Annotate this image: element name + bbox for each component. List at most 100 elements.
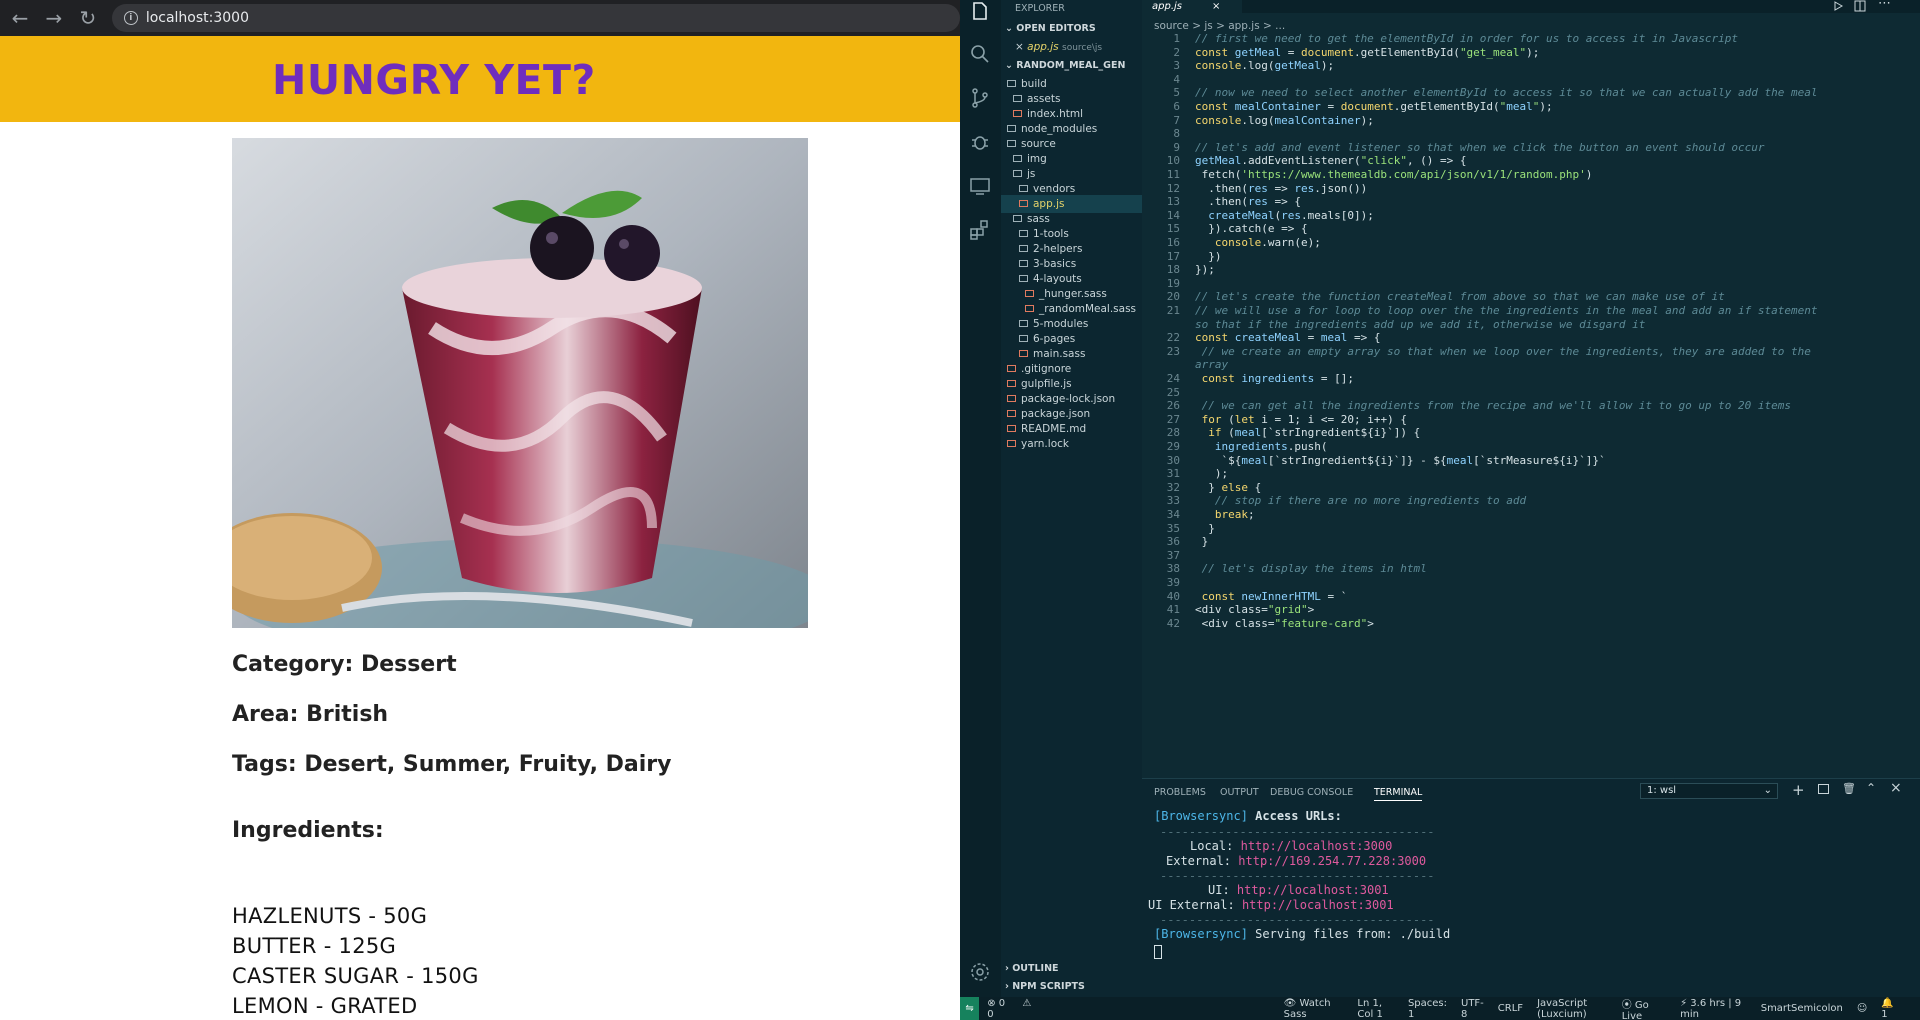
line-number: 16	[1166, 236, 1180, 249]
code-line: })	[1195, 249, 1222, 263]
cursor-position[interactable]: Ln 1, Col 1	[1357, 998, 1394, 1020]
run-icon[interactable]	[1832, 0, 1844, 12]
line-number: 33	[1166, 494, 1180, 508]
line-number: 29	[1166, 440, 1180, 453]
line-number: 4	[1173, 72, 1180, 86]
tab-debug-console[interactable]: DEBUG CONSOLE	[1270, 787, 1353, 798]
terminal-line: UI: http://localhost:3001	[1208, 883, 1389, 897]
go-live-button[interactable]: ⦿ Go Live	[1622, 996, 1666, 1020]
folder-icon	[1007, 140, 1016, 147]
line-number: 21	[1166, 304, 1180, 317]
code-line: // now we need to select another element…	[1195, 86, 1818, 100]
folder-icon	[1019, 260, 1028, 267]
notifications[interactable]: 🔔 1	[1881, 998, 1906, 1020]
folder-icon	[1019, 185, 1028, 192]
line-number: 34	[1166, 508, 1180, 521]
outline-section[interactable]: › OUTLINE	[1001, 960, 1142, 978]
ingredient-item: LEMON - GRATED	[232, 994, 418, 1018]
file-item[interactable]: yarn.lock	[1001, 435, 1142, 453]
close-icon[interactable]: ×	[1212, 1, 1220, 12]
indent-spaces[interactable]: Spaces: 1	[1408, 998, 1447, 1020]
line-number: 14	[1166, 208, 1180, 222]
line-number: 18	[1166, 263, 1180, 277]
close-panel-icon[interactable]: ×	[1890, 780, 1902, 796]
line-number: 28	[1166, 426, 1180, 440]
line-number: 38	[1166, 562, 1180, 576]
code-line: // we create an empty array so that when…	[1195, 344, 1811, 358]
tab-app-js[interactable]: app.js ×	[1142, 0, 1242, 13]
feedback-icon[interactable]: ☺	[1857, 1003, 1867, 1014]
language-mode[interactable]: JavaScript (Luxcium)	[1537, 998, 1608, 1020]
maximize-panel-icon[interactable]: ⌃	[1866, 781, 1876, 795]
line-number: 17	[1166, 249, 1180, 263]
info-icon[interactable]: i	[123, 11, 138, 25]
tab-output[interactable]: OUTPUT	[1220, 787, 1259, 798]
line-number: 7	[1173, 113, 1180, 127]
code-line-wrap: so that if the ingredients add up we add…	[1195, 317, 1646, 331]
smart-semicolon[interactable]: SmartSemicolon	[1761, 1003, 1843, 1014]
address-bar[interactable]: i localhost:3000	[111, 4, 960, 32]
trash-icon[interactable]: 🗑	[1842, 782, 1856, 795]
debug-icon[interactable]	[968, 130, 992, 154]
explorer-icon[interactable]	[968, 0, 992, 24]
file-icon	[1025, 290, 1034, 297]
tab-problems[interactable]: PROBLEMS	[1154, 787, 1206, 798]
ingredient-item: CASTER SUGAR - 150G	[232, 964, 479, 988]
code-line: // first we need to get the elementById …	[1195, 32, 1739, 45]
extensions-icon[interactable]	[968, 218, 992, 242]
terminal-select[interactable]: 1: wsl ⌄	[1640, 783, 1778, 799]
terminal-cursor[interactable]	[1154, 945, 1162, 959]
terminal-divider: --------------------------------------	[1160, 913, 1435, 927]
line-number: 36	[1166, 535, 1180, 549]
split-editor-icon[interactable]	[1854, 0, 1866, 12]
search-icon[interactable]	[968, 42, 992, 66]
source-control-icon[interactable]	[968, 86, 992, 110]
npm-scripts-section[interactable]: › NPM SCRIPTS	[1001, 978, 1142, 996]
reload-icon[interactable]: ↻	[74, 4, 102, 32]
line-number: 27	[1166, 412, 1180, 426]
wakatime[interactable]: ⚡ 3.6 hrs | 9 min	[1680, 998, 1747, 1020]
line-number: 19	[1166, 276, 1180, 290]
line-number: 31	[1166, 467, 1180, 481]
split-terminal-icon[interactable]	[1818, 784, 1829, 794]
file-icon	[1007, 410, 1016, 417]
open-editor-item[interactable]: × app.js source\js	[1001, 38, 1142, 56]
status-bar: ⇋ ⊗ 0 ⚠ 0 👁 Watch Sass Ln 1, Col 1 Space…	[960, 997, 1920, 1020]
bottom-panel: PROBLEMS OUTPUT DEBUG CONSOLE TERMINAL 1…	[1142, 778, 1920, 997]
file-icon	[1025, 305, 1034, 312]
new-terminal-icon[interactable]: +	[1792, 781, 1805, 799]
open-editors-section[interactable]: ⌄ OPEN EDITORS	[1001, 20, 1142, 38]
code-line: }).catch(e => {	[1195, 222, 1308, 236]
code-editor[interactable]: app.js × ⋯ source > js > app.js > ... 1 //…	[1142, 0, 1920, 778]
folder-icon	[1013, 95, 1022, 102]
code-line: const getMeal = document.getElementById(…	[1195, 45, 1540, 59]
breadcrumb[interactable]: source > js > app.js > ...	[1154, 20, 1285, 32]
more-actions-icon[interactable]: ⋯	[1878, 0, 1891, 11]
folder-icon	[1019, 230, 1028, 237]
close-icon[interactable]: ×	[1015, 41, 1024, 53]
remote-icon[interactable]: ⇋	[960, 997, 980, 1020]
project-section[interactable]: ⌄ RANDOM_MEAL_GEN	[1001, 57, 1142, 75]
file-icon	[1013, 110, 1022, 117]
file-icon	[1007, 425, 1016, 432]
settings-gear-icon[interactable]	[968, 960, 992, 984]
line-number: 40	[1166, 589, 1180, 603]
terminal-line: [Browsersync] Access URLs:	[1154, 809, 1342, 823]
chevron-down-icon: ⌄	[1763, 785, 1772, 796]
line-endings[interactable]: CRLF	[1498, 1003, 1523, 1014]
code-line: .then(res => {	[1195, 195, 1301, 209]
watch-sass-button[interactable]: 👁 Watch Sass	[1284, 998, 1344, 1020]
line-number: 1	[1173, 32, 1180, 45]
code-line: `${meal[`strIngredient${i}`]} - ${meal[`…	[1195, 453, 1606, 467]
problems-status[interactable]: ⊗ 0 ⚠ 0	[987, 998, 1033, 1020]
encoding[interactable]: UTF-8	[1461, 998, 1484, 1020]
forward-arrow-icon[interactable]: →	[40, 4, 68, 32]
tab-terminal[interactable]: TERMINAL	[1374, 787, 1423, 801]
code-line: break;	[1214, 508, 1255, 521]
code-line: ingredients.push(	[1214, 440, 1328, 453]
line-number: 41	[1166, 603, 1180, 617]
code-line: const mealContainer = document.getElemen…	[1195, 100, 1553, 113]
remote-explorer-icon[interactable]	[968, 174, 992, 198]
folder-icon	[1007, 125, 1016, 132]
back-arrow-icon[interactable]: ←	[6, 4, 34, 32]
